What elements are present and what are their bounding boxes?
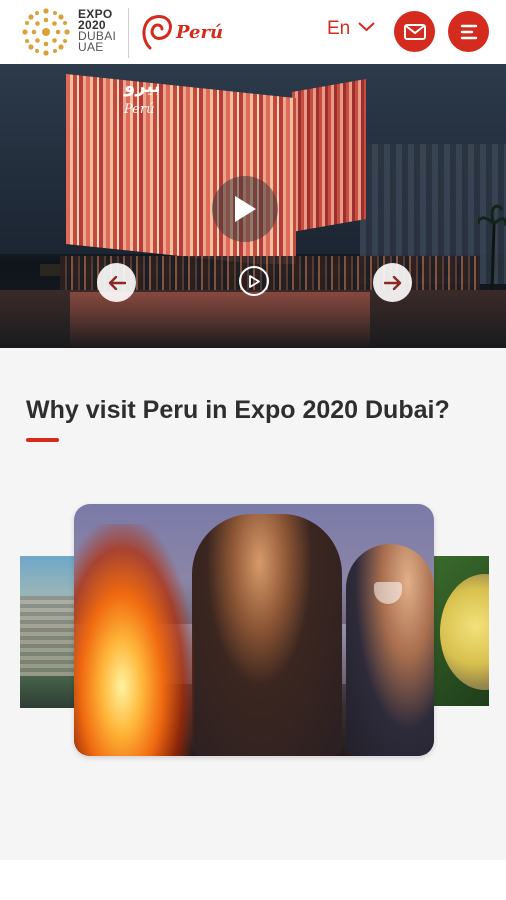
card-person-man: [192, 514, 342, 756]
arrow-right-icon: [383, 275, 401, 290]
envelope-icon: [403, 23, 426, 40]
pavilion-side-wall: [292, 78, 366, 232]
play-circle-icon: [249, 274, 260, 288]
section-title: Why visit Peru in Expo 2020 Dubai?: [26, 396, 450, 424]
food-bowl: [440, 574, 489, 690]
contact-mail-button[interactable]: [394, 11, 435, 52]
language-label: En: [327, 18, 351, 39]
page-bottom-area: [0, 860, 506, 900]
peru-brand-text: Perú: [176, 21, 224, 43]
logo-divider: [128, 8, 129, 58]
main-menu-button[interactable]: [448, 11, 489, 52]
expo-2020-logo-icon[interactable]: [20, 6, 72, 58]
carousel-prev-button[interactable]: [97, 263, 136, 302]
card-person-woman: [346, 544, 434, 756]
top-header: EXPO 2020 DUBAI UAE Perú En: [0, 0, 506, 64]
hero-video[interactable]: بيرو Perú: [0, 64, 506, 348]
pavilion-brand-sign: Perú: [124, 102, 155, 117]
hamburger-menu-icon: [460, 24, 477, 39]
peru-brand-logo[interactable]: Perú: [140, 10, 223, 54]
pavilion-front-wall: [66, 74, 296, 269]
play-icon: [235, 196, 256, 222]
carousel-video-play-button[interactable]: [239, 266, 269, 296]
carousel-next-button[interactable]: [373, 263, 412, 302]
peru-spiral-logo-icon: [142, 15, 172, 50]
expo-line-4: UAE: [78, 40, 104, 54]
card-campfire: [74, 524, 194, 756]
hero-play-button[interactable]: [212, 176, 278, 242]
city-buildings: [20, 596, 76, 676]
pavilion-arabic-sign: بيرو: [124, 76, 161, 97]
title-underline: [26, 438, 59, 442]
carousel-card-next[interactable]: [434, 556, 489, 706]
carousel-card-active[interactable]: [74, 504, 434, 756]
language-selector[interactable]: En: [327, 18, 375, 40]
why-visit-section: Why visit Peru in Expo 2020 Dubai?: [0, 348, 506, 860]
arrow-left-icon: [108, 275, 126, 290]
palm-tree-icon: [478, 204, 506, 294]
expo-wordmark: EXPO 2020 DUBAI UAE: [78, 8, 116, 54]
carousel-card-previous[interactable]: [20, 556, 76, 708]
chevron-down-icon: [358, 22, 375, 32]
